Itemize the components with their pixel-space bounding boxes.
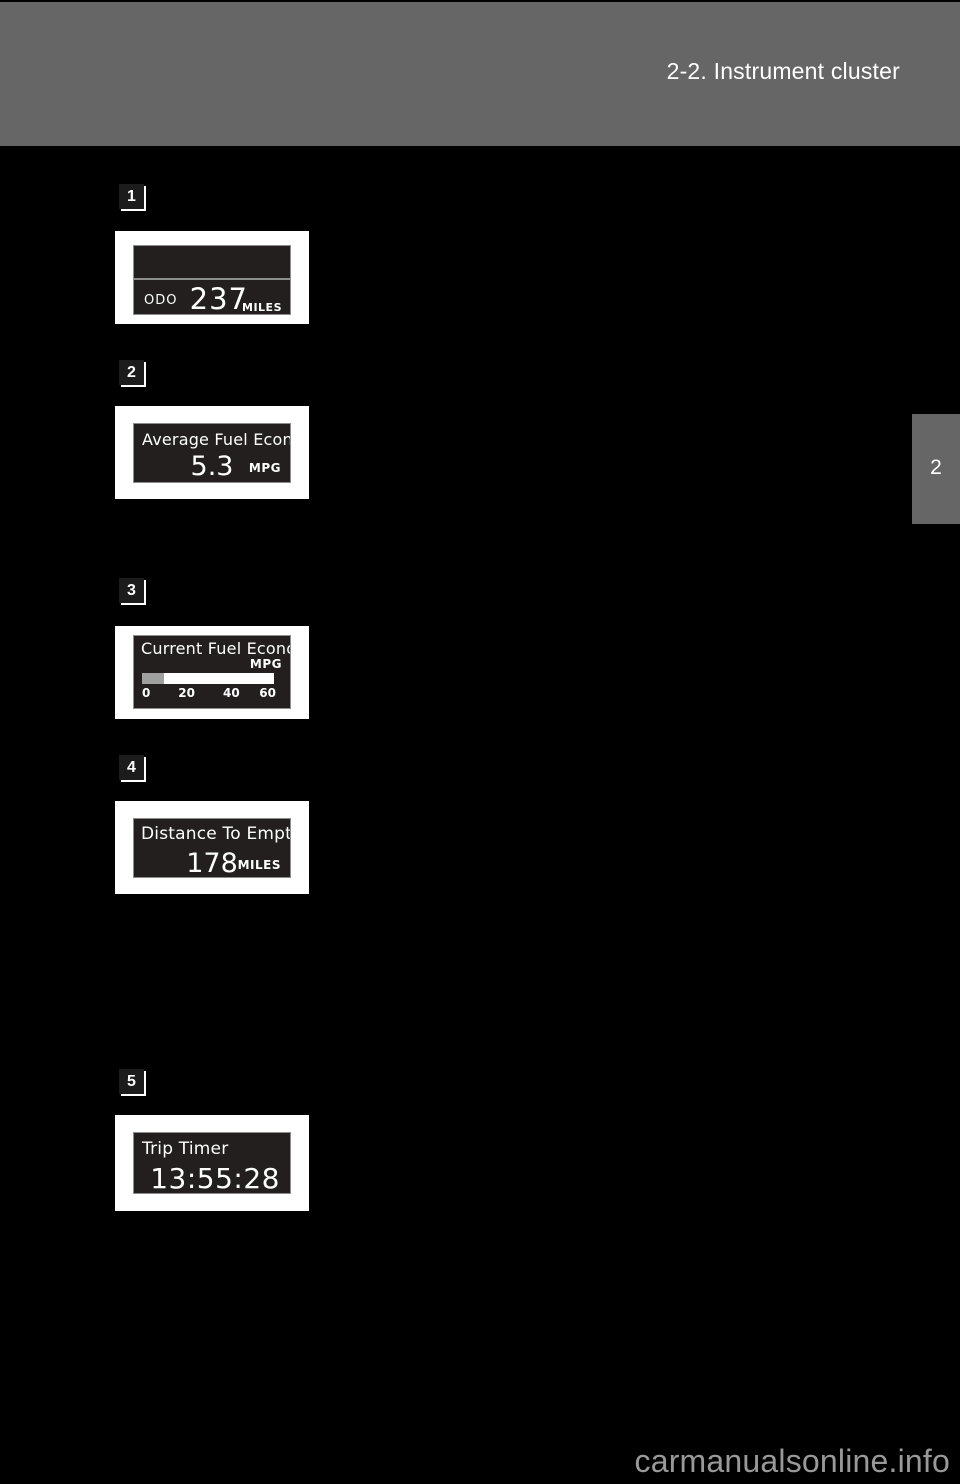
page-header-band: 2-2. Instrument cluster [0, 2, 960, 146]
step-badge-3: 3 [119, 578, 144, 603]
trip-timer-title: Trip Timer [142, 1139, 229, 1159]
display-card-odometer: ODO 237 MILES [115, 231, 309, 324]
lcd-screen-current-fuel-economy: Current Fuel Economy MPG 0 20 40 60 [133, 635, 291, 709]
odometer-unit: MILES [242, 301, 282, 314]
step-badge-4: 4 [119, 755, 144, 780]
display-card-average-fuel-economy: Average Fuel Economy 5.3 MPG [115, 406, 309, 499]
gauge-tick-label: 20 [178, 686, 196, 700]
current-fuel-economy-unit: MPG [249, 657, 282, 671]
trip-timer-value: 13:55:28 [150, 1162, 280, 1194]
distance-to-empty-title: Distance To Empty [141, 824, 291, 844]
gauge-tick-label: 60 [259, 686, 276, 700]
page-title: 2-2. Instrument cluster [666, 58, 900, 84]
gauge-tick-label: 0 [142, 686, 151, 700]
display-card-distance-to-empty: Distance To Empty 178 MILES [115, 801, 309, 894]
odometer-value: 237 [189, 282, 248, 315]
chapter-tab: 2 [912, 414, 960, 524]
average-fuel-economy-title: Average Fuel Economy [142, 430, 290, 449]
footer-watermark: carmanualsonline.info [634, 1443, 950, 1479]
lcd-screen-trip-timer: Trip Timer 13:55:28 [133, 1132, 291, 1194]
chapter-tab-number: 2 [930, 456, 942, 479]
average-fuel-economy-unit: MPG [248, 461, 281, 475]
odometer-label: ODO [144, 293, 178, 308]
fuel-economy-gauge-scale: 0 20 40 60 [142, 686, 276, 700]
display-card-trip-timer: Trip Timer 13:55:28 [115, 1115, 309, 1211]
lcd-screen-average-fuel-economy: Average Fuel Economy 5.3 MPG [133, 423, 291, 483]
step-badge-2: 2 [119, 360, 144, 385]
distance-to-empty-unit: MILES [237, 858, 281, 872]
lcd-screen-upper-blank [133, 245, 291, 279]
current-fuel-economy-title: Current Fuel Economy [141, 639, 290, 658]
fuel-economy-gauge-track [142, 673, 274, 684]
display-card-current-fuel-economy: Current Fuel Economy MPG 0 20 40 60 [115, 626, 309, 719]
gauge-tick-label: 40 [222, 686, 240, 700]
fuel-economy-gauge-fill [142, 673, 165, 684]
lcd-screen-distance-to-empty: Distance To Empty 178 MILES [133, 818, 291, 878]
step-badge-1: 1 [119, 184, 144, 209]
step-badge-5: 5 [119, 1069, 144, 1094]
lcd-screen-odometer: ODO 237 MILES [133, 279, 291, 315]
